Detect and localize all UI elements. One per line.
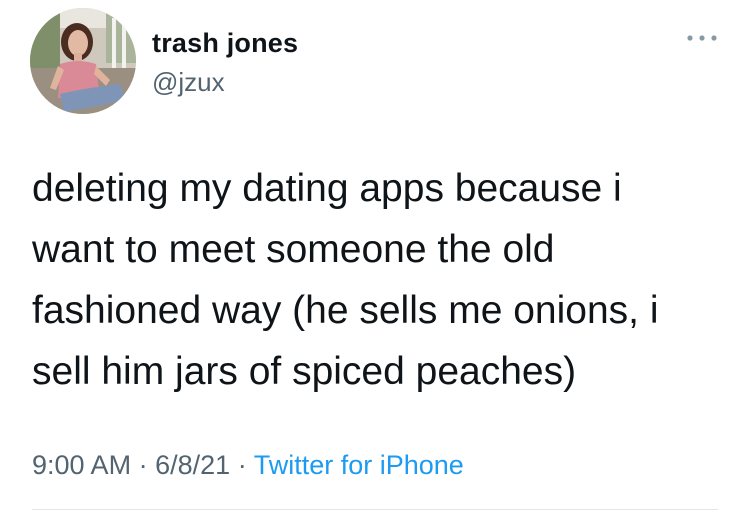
divider [32,509,718,510]
author-display-name[interactable]: trash jones [152,28,298,59]
profile-photo-icon [30,8,136,114]
meta-separator: · [237,450,247,480]
tweet-card: trash jones @jzux deleting my dating app… [0,0,750,511]
tweet-source-link[interactable]: Twitter for iPhone [254,450,464,480]
avatar[interactable] [30,8,136,114]
author-handle[interactable]: @jzux [152,67,225,98]
tweet-metadata: 9:00 AM · 6/8/21 · Twitter for iPhone [32,450,464,481]
meta-separator: · [138,450,148,480]
tweet-time[interactable]: 9:00 AM [32,450,131,480]
tweet-date[interactable]: 6/8/21 [155,450,230,480]
more-options-icon[interactable] [684,28,720,48]
tweet-text: deleting my dating apps because i want t… [32,167,659,393]
